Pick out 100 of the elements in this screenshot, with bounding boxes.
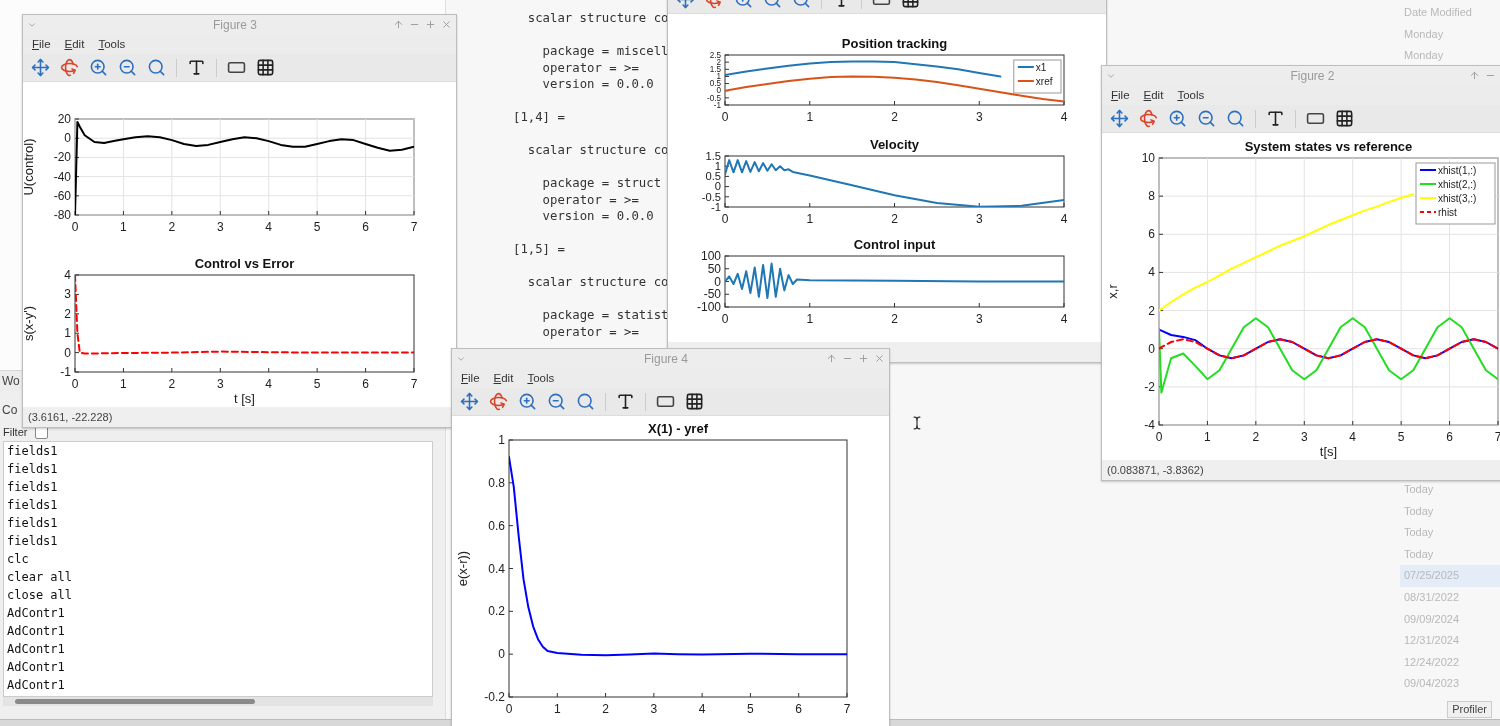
legend-label: xhist(2,:)	[1438, 179, 1477, 190]
tick-label: 3	[216, 377, 224, 391]
maximize-icon[interactable]	[425, 19, 436, 30]
text-icon[interactable]	[1266, 109, 1285, 128]
rotate-icon[interactable]	[489, 392, 508, 411]
chart-title: System states vs reference	[1244, 139, 1413, 154]
pan-icon[interactable]	[460, 392, 479, 411]
tick-label: 50	[707, 261, 721, 276]
date-cell: 07/25/2025	[1400, 565, 1500, 588]
axis-label: t[s]	[1319, 444, 1338, 459]
axis-label: t [s]	[234, 391, 255, 406]
text-icon[interactable]	[187, 58, 206, 77]
tick-label: 4	[698, 702, 706, 716]
tick-label: 0.5	[705, 170, 721, 183]
tick-label: 100	[700, 249, 721, 263]
cursor-coordinates: (0.083871, -3.8362)	[1107, 464, 1204, 476]
history-entry[interactable]: AdContr1	[4, 604, 432, 622]
grid-icon[interactable]	[1335, 109, 1354, 128]
keep-above-icon[interactable]	[1469, 70, 1480, 81]
tick-label: 0	[64, 345, 71, 360]
maximize-icon[interactable]	[858, 353, 869, 364]
menu-item[interactable]: Tools	[98, 38, 126, 50]
magnifier-icon[interactable]	[1226, 109, 1245, 128]
tick-label: -1	[60, 365, 71, 379]
history-entry[interactable]: AdContr1	[4, 622, 432, 640]
menu-item[interactable]: Tools	[527, 372, 555, 384]
magnifier-icon[interactable]	[147, 58, 166, 77]
grid-icon[interactable]	[256, 58, 275, 77]
cursor-coordinates: (3.6161, -22.228)	[28, 411, 113, 423]
history-entry[interactable]: AdContr1	[4, 676, 432, 694]
date-cell-text: Monday	[1403, 48, 1445, 64]
history-entry[interactable]: AdContr1	[4, 640, 432, 658]
tick-label: 3	[1300, 430, 1308, 444]
workspace-tab[interactable]: Wo	[2, 374, 20, 388]
text-icon[interactable]	[616, 392, 635, 411]
close-icon[interactable]	[441, 19, 452, 30]
pan-icon[interactable]	[31, 58, 50, 77]
console-output-line: package = statist	[541, 307, 669, 324]
zoom-in-icon[interactable]	[1168, 109, 1187, 128]
zoom-out-icon[interactable]	[118, 58, 137, 77]
tick-label: 3	[64, 287, 71, 302]
menu-item[interactable]: File	[1111, 89, 1130, 101]
tick-label: 0.5	[709, 79, 721, 89]
tick-label: 3	[975, 312, 983, 326]
history-entry[interactable]: clc	[4, 550, 432, 568]
menu-item[interactable]: Edit	[1143, 89, 1164, 101]
history-entry[interactable]: close all	[4, 586, 432, 604]
history-entry[interactable]: fields1	[4, 478, 432, 496]
magnifier-icon[interactable]	[576, 392, 595, 411]
history-entry[interactable]: fields1	[4, 496, 432, 514]
console-output-line: operator = >=	[541, 59, 639, 76]
tick-label: 5	[313, 220, 321, 234]
tick-label: 0.4	[488, 561, 505, 576]
history-entry[interactable]: fields1	[4, 532, 432, 550]
close-icon[interactable]	[874, 353, 885, 364]
profiler-button[interactable]: Profiler	[1447, 700, 1492, 718]
pan-icon[interactable]	[1110, 109, 1129, 128]
rotate-icon[interactable]	[1139, 109, 1158, 128]
date-cell-text: Today	[1403, 546, 1435, 562]
date-cell-text: 08/31/2022	[1403, 590, 1461, 606]
tick-label: -1	[711, 200, 721, 213]
grid-icon[interactable]	[685, 392, 704, 411]
zoom-in-icon[interactable]	[518, 392, 537, 411]
history-entry[interactable]: fields1	[4, 460, 432, 478]
zoom-out-icon[interactable]	[1197, 109, 1216, 128]
history-entry[interactable]: fields1	[4, 442, 432, 460]
date-cell-text: Today	[1403, 482, 1435, 498]
tick-label: -100	[696, 300, 721, 314]
date-cell-text: Today	[1403, 525, 1435, 541]
date-cell-text: Monday	[1403, 26, 1445, 42]
tick-label: 2	[1148, 303, 1155, 318]
legend-label: x1	[1035, 62, 1047, 73]
tick-label: 1	[806, 212, 814, 226]
tick-label: -4	[1144, 418, 1155, 432]
tick-label: 3	[975, 212, 983, 226]
scrollbar-thumb[interactable]	[15, 699, 255, 704]
tick-label: 0	[64, 131, 71, 146]
history-entry[interactable]: fields1	[4, 514, 432, 532]
zoom-out-icon[interactable]	[547, 392, 566, 411]
keep-above-icon[interactable]	[393, 19, 404, 30]
keep-above-icon[interactable]	[826, 353, 837, 364]
tick-label: 1	[806, 312, 814, 326]
tick-label: 0	[721, 212, 729, 226]
tick-label: 1	[498, 433, 505, 447]
menu-item[interactable]: Edit	[493, 372, 514, 384]
menu-item[interactable]: Tools	[1177, 89, 1205, 101]
zoom-in-icon[interactable]	[89, 58, 108, 77]
tick-label: 4	[265, 377, 273, 391]
menu-item[interactable]: File	[461, 372, 480, 384]
menu-item[interactable]: Edit	[64, 38, 85, 50]
tick-label: 0	[721, 110, 729, 124]
tick-label: 3	[975, 110, 983, 124]
tick-label: 7	[1494, 430, 1500, 444]
history-entry[interactable]: clear all	[4, 568, 432, 586]
date-cell-text: 09/09/2024	[1403, 611, 1461, 627]
rotate-icon[interactable]	[60, 58, 79, 77]
tick-label: 0	[71, 377, 79, 391]
menu-item[interactable]: File	[32, 38, 51, 50]
tick-label: 7	[410, 220, 418, 234]
history-entry[interactable]: AdContr1	[4, 658, 432, 676]
